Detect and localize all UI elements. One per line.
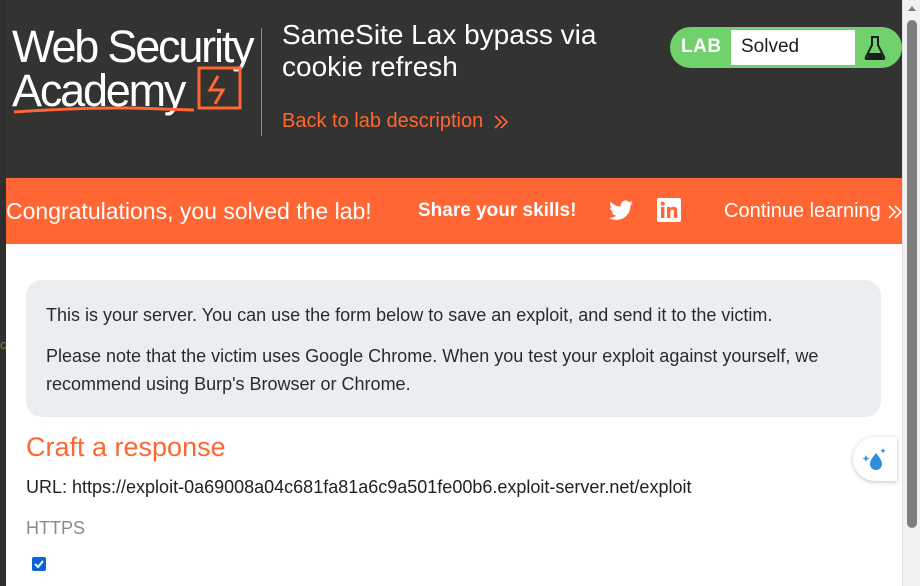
continue-learning-label: Continue learning [724, 200, 881, 222]
chevron-double-right-icon [888, 204, 902, 219]
scrollbar-thumb[interactable] [907, 20, 917, 528]
https-label: HTTPS [26, 518, 86, 538]
congratulations-banner: Congratulations, you solved the lab! Sha… [6, 178, 902, 244]
logo-mark-icon [13, 66, 242, 114]
share-skills-label: Share your skills! [418, 200, 577, 221]
exploit-server-content: This is your server. You can use the for… [6, 244, 902, 586]
vertical-scrollbar[interactable] [902, 0, 920, 586]
linkedin-icon[interactable] [657, 198, 681, 222]
web-security-academy-logo[interactable]: Web Security Academy [12, 24, 262, 119]
craft-response-heading: Craft a response [26, 432, 226, 462]
back-link-label: Back to lab description [282, 110, 484, 132]
chevron-double-right-icon [494, 114, 509, 129]
lab-header: Web Security Academy SameSite Lax bypass… [6, 0, 902, 178]
server-info-box: This is your server. You can use the for… [26, 280, 881, 417]
lab-status-widget: LAB Solved [670, 27, 902, 68]
scroll-up-arrow-icon[interactable] [907, 4, 917, 12]
checkmark-icon [34, 560, 44, 569]
continue-learning-link[interactable]: Continue learning [724, 200, 903, 223]
flask-icon [858, 30, 892, 65]
lab-badge-label: LAB [681, 36, 722, 57]
twitter-icon[interactable] [608, 199, 634, 223]
https-checkbox[interactable] [32, 557, 46, 571]
lab-status-text: Solved [731, 30, 855, 65]
exploit-url: URL: https://exploit-0a69008a04c681fa81a… [26, 477, 692, 497]
lab-title: SameSite Lax bypass via cookie refresh [282, 19, 597, 82]
server-info-line: This is your server. You can use the for… [46, 305, 773, 325]
back-to-lab-description-link[interactable]: Back to lab description [282, 110, 509, 133]
floating-assistant-button[interactable] [853, 437, 897, 481]
sparkle-drop-icon [862, 448, 886, 470]
congratulations-message: Congratulations, you solved the lab! [6, 198, 372, 224]
victim-browser-note: Please note that the victim uses Google … [46, 346, 819, 394]
header-divider [261, 28, 262, 136]
